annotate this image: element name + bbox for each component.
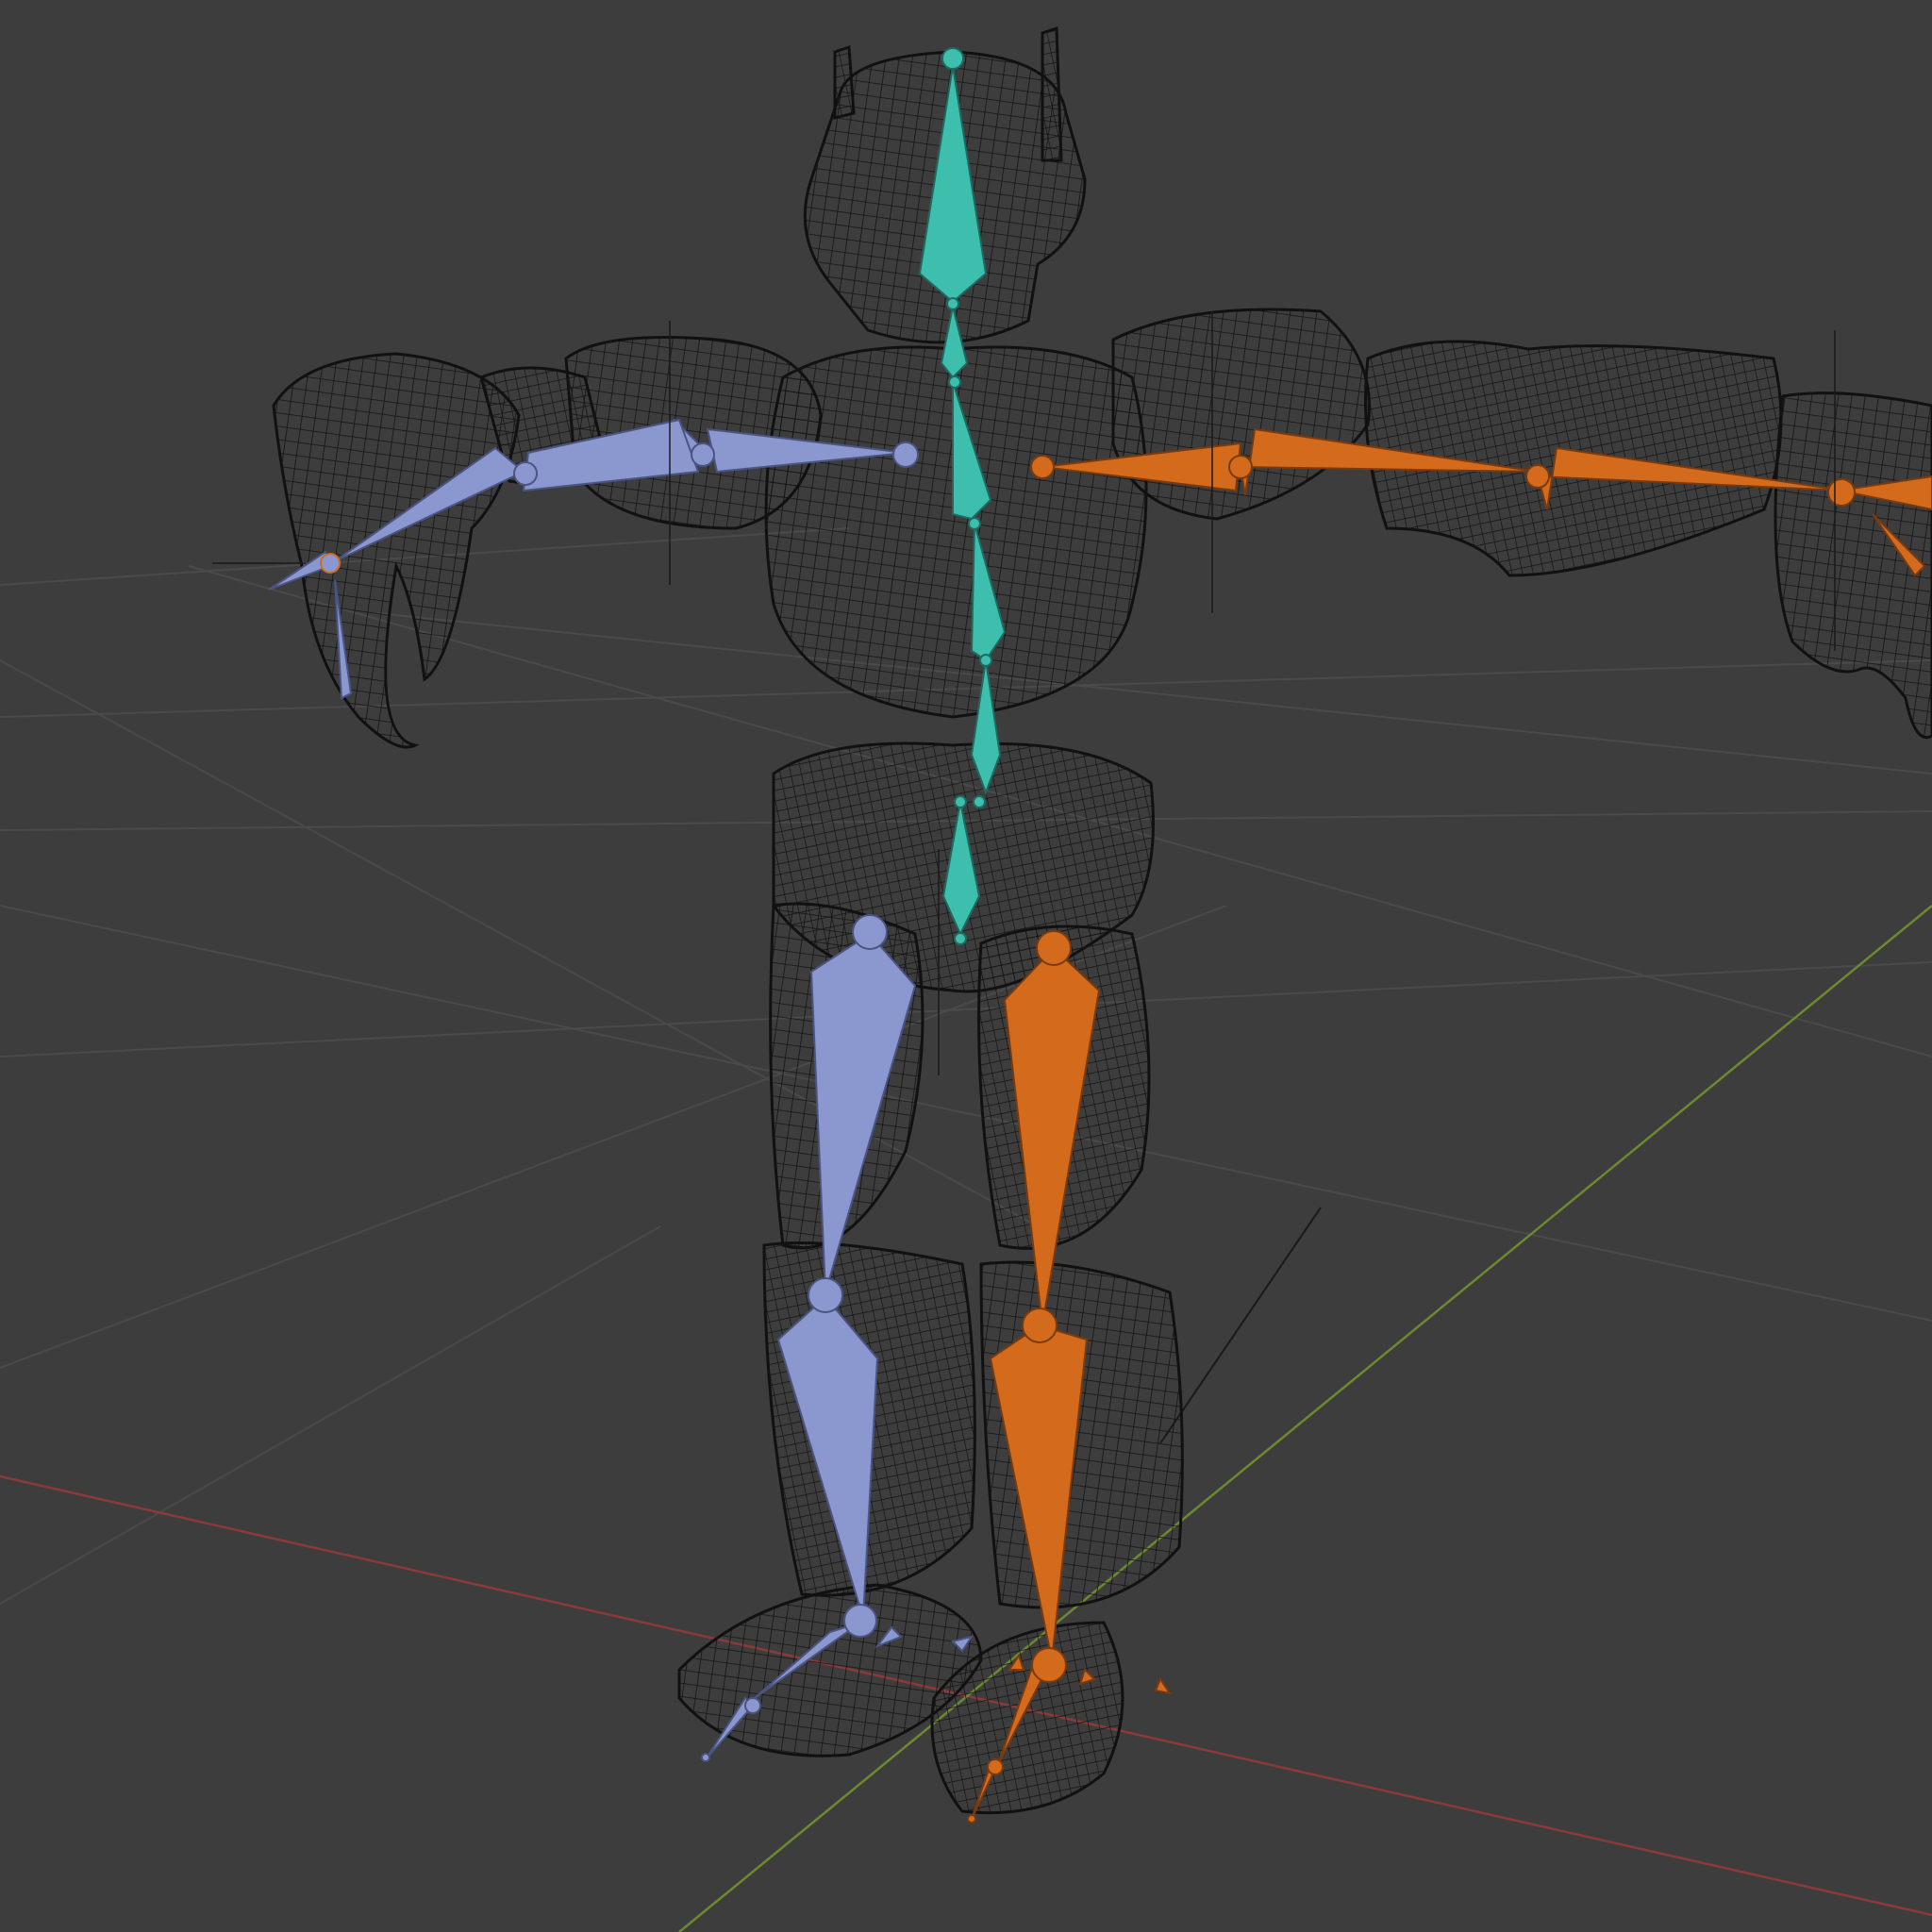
- joint-knee-r[interactable]: [1022, 1307, 1058, 1343]
- joint-neck[interactable]: [946, 297, 959, 310]
- joint-chest[interactable]: [948, 375, 961, 389]
- joint-ball-r[interactable]: [987, 1758, 1004, 1775]
- joint-hip-l[interactable]: [852, 914, 888, 950]
- joint-hips[interactable]: [954, 795, 967, 808]
- 3d-viewport[interactable]: [0, 0, 1932, 1932]
- joint-ankle-r[interactable]: [1031, 1647, 1067, 1683]
- joint-hand-l[interactable]: [320, 553, 341, 574]
- empty-helper-line: [1159, 1207, 1322, 1444]
- joint-spine-2[interactable]: [979, 654, 992, 667]
- joint-ball-l[interactable]: [744, 1697, 761, 1714]
- viewport-canvas[interactable]: [0, 0, 1932, 1932]
- joint-hip-r[interactable]: [1036, 930, 1072, 966]
- joint-knee-l[interactable]: [808, 1277, 843, 1313]
- joint-wrist-r[interactable]: [1525, 464, 1550, 489]
- joint-wrist-l[interactable]: [513, 461, 538, 486]
- joint-toe-r[interactable]: [967, 1814, 976, 1824]
- joint-ankle-l[interactable]: [843, 1604, 877, 1638]
- joint-shoulder-l[interactable]: [892, 441, 919, 468]
- joint-tail[interactable]: [954, 932, 967, 945]
- joint-spine-1[interactable]: [968, 517, 981, 530]
- joint-toe-l[interactable]: [701, 1753, 710, 1762]
- joint-elbow-l[interactable]: [691, 442, 715, 467]
- joint-hand-r[interactable]: [1827, 478, 1856, 507]
- joint-spine-3[interactable]: [973, 795, 986, 808]
- joint-elbow-r[interactable]: [1228, 455, 1253, 479]
- joint-shoulder-r[interactable]: [1030, 455, 1055, 479]
- joint-head-top[interactable]: [941, 47, 964, 70]
- bone-ik-r-tip[interactable]: [1154, 1676, 1173, 1695]
- character-mesh[interactable]: [272, 25, 1932, 1815]
